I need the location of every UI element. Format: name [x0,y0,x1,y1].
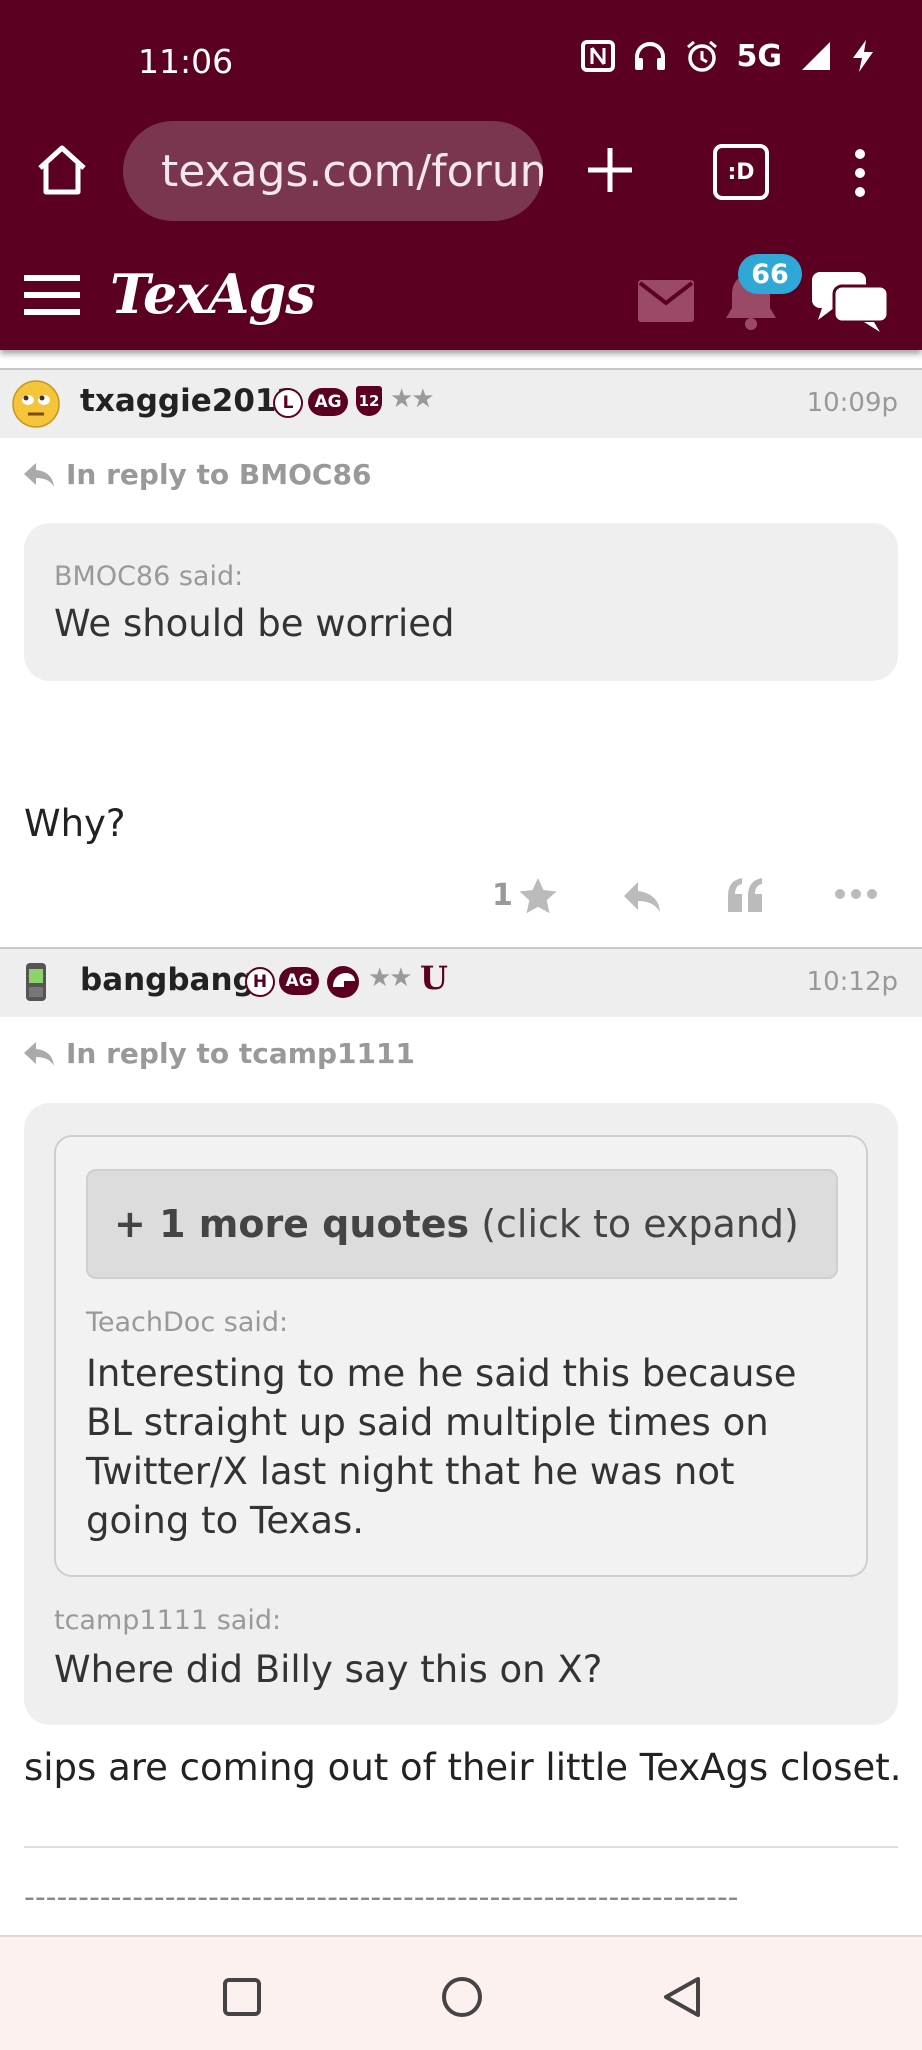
username[interactable]: bangbang [80,962,255,998]
alarm-icon [686,40,717,72]
reply-icon[interactable] [622,880,664,914]
headphones-icon [634,42,665,70]
signature-divider [24,1846,898,1848]
status-bar: 11:06 5G [0,0,922,118]
more-horiz-icon[interactable] [834,888,878,900]
home-icon[interactable] [30,138,94,202]
chat-icon[interactable] [812,268,888,332]
quote-text: We should be worried [54,602,455,645]
helmet-badge-icon [327,966,359,998]
circle-icon[interactable] [440,1975,484,2019]
quote-block: BMOC86 said: We should be worried [24,523,898,681]
post-actions: 1 [0,868,922,928]
quote-text: Interesting to me he said this because B… [86,1352,797,1542]
user-badge: L [273,388,303,418]
site-header: TexAgs 66 [0,228,922,350]
nfc-icon [580,40,615,72]
post-time: 10:09p [806,388,898,418]
quote-block: + 1 more quotes (click to expand) TeachD… [24,1103,898,1725]
quote-icon[interactable] [726,876,766,914]
member-stars: ★★ [368,963,413,993]
quote-attribution: tcamp1111 said: [54,1605,282,1636]
mail-icon[interactable] [638,280,694,322]
charging-bolt-icon [853,40,873,72]
url-text[interactable]: texags.com/forum [161,146,543,197]
square-icon[interactable] [222,1977,262,2017]
signature-dashes: ----------------------------------------… [24,1880,739,1915]
post-header: txaggie2012 L AG 12 ★★ 10:09p [0,368,922,438]
nested-quote-block: + 1 more quotes (click to expand) TeachD… [54,1135,868,1577]
address-bar[interactable]: texags.com/forum [123,121,543,221]
site-logo[interactable]: TexAgs [110,262,316,326]
u-badge: U [420,959,448,997]
browser-toolbar: texags.com/forum :D [0,118,922,228]
member-stars: ★★ [390,384,435,414]
username[interactable]: txaggie2012 [80,383,298,419]
back-triangle-icon[interactable] [662,1975,702,2019]
post-body: Why? [24,802,126,845]
reply-link[interactable]: In reply to tcamp1111 [22,1037,415,1070]
hamburger-icon[interactable] [24,273,80,317]
post-time: 10:12p [806,967,898,997]
expand-quotes-button[interactable]: + 1 more quotes (click to expand) [86,1169,838,1279]
shield-12-badge: 12 [356,386,382,416]
quote-attribution: TeachDoc said: [86,1307,289,1338]
user-badge: H [245,967,275,997]
quote-attribution: BMOC86 said: [54,561,244,592]
cellphone-avatar[interactable] [12,959,60,1007]
reply-icon [24,462,54,487]
more-vert-icon[interactable] [852,148,868,198]
star-icon[interactable] [518,876,558,916]
system-nav-bar [0,1935,922,2050]
tabs-icon[interactable]: :D [713,144,769,200]
notification-badge[interactable]: 66 [738,254,802,294]
ag-badge: AG [308,388,348,416]
quote-text: Where did Billy say this on X? [54,1648,603,1691]
signal-icon [802,42,830,70]
network-type: 5G [736,38,783,74]
star-count: 1 [492,878,513,913]
reply-icon [24,1041,54,1066]
ag-badge: AG [279,967,319,995]
plus-icon[interactable] [580,140,640,200]
rolling-eyes-emoji-avatar[interactable] [12,380,60,428]
status-time: 11:06 [138,42,234,81]
reply-link[interactable]: In reply to BMOC86 [22,458,371,491]
post-body: sips are coming out of their little TexA… [24,1746,902,1789]
post-header: bangbang H AG ★★ U 10:12p [0,947,922,1017]
